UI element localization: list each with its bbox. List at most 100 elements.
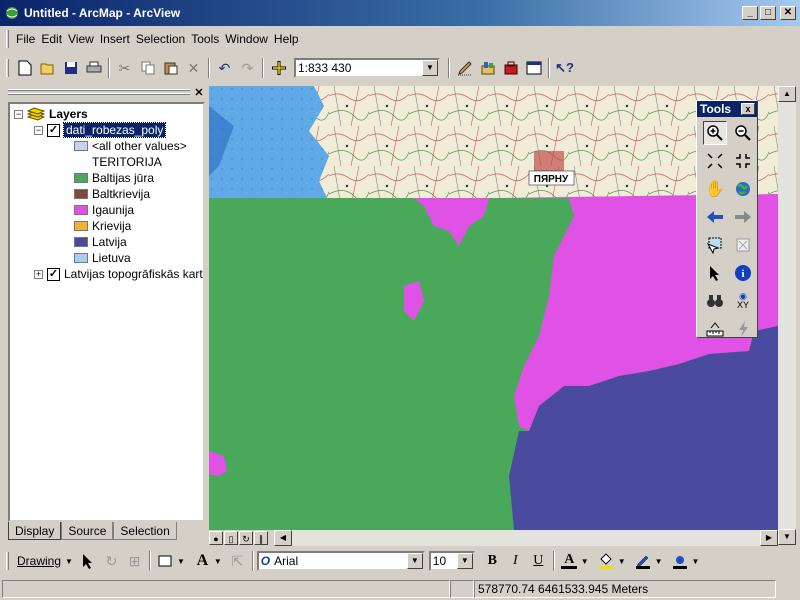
chevron-down-icon[interactable]: ▼ [618, 557, 626, 566]
font-size-combo[interactable]: 10 ▼ [428, 551, 475, 571]
command-line-icon[interactable] [522, 57, 545, 79]
add-data-icon[interactable] [267, 57, 290, 79]
layout-view-icon[interactable]: ▯ [224, 531, 238, 545]
toc-layer-item[interactable]: + ✓ Latvijas topogrāfiskās kart [34, 266, 203, 282]
fixed-zoom-out-icon[interactable] [731, 149, 755, 173]
drawing-menu[interactable]: Drawing ▼ [13, 554, 77, 568]
horizontal-scrollbar[interactable]: ◀ ▶ [274, 530, 778, 546]
refresh-icon[interactable]: ↻ [239, 531, 253, 545]
chevron-down-icon[interactable]: ▼ [692, 557, 700, 566]
delete-icon[interactable]: ✕ [182, 57, 205, 79]
scroll-down-icon[interactable]: ▼ [778, 529, 796, 545]
edit-vertices-icon[interactable]: ⇱ [226, 550, 249, 572]
minimize-button[interactable]: _ [742, 6, 758, 20]
arctoolbox-icon[interactable] [499, 57, 522, 79]
toc-header[interactable]: ✕ [4, 86, 207, 100]
toc-grip[interactable] [8, 89, 190, 91]
menu-help[interactable]: Help [271, 30, 302, 48]
layer-visibility-checkbox[interactable]: ✓ [47, 123, 60, 137]
tab-display[interactable]: Display [8, 522, 62, 540]
forward-arrow-icon[interactable] [731, 205, 755, 229]
open-folder-icon[interactable] [36, 57, 59, 79]
map-display[interactable]: ПЯРНУ [209, 86, 778, 530]
cut-icon[interactable]: ✂ [113, 57, 136, 79]
collapse-icon[interactable]: − [14, 109, 23, 119]
back-arrow-icon[interactable] [703, 205, 727, 229]
expand-icon[interactable]: + [34, 269, 43, 279]
identify-info-icon[interactable]: i [731, 261, 755, 285]
layer-visibility-checkbox[interactable]: ✓ [47, 267, 60, 281]
data-view-icon[interactable]: ● [209, 531, 223, 545]
clear-selection-icon[interactable] [731, 233, 755, 257]
zoom-out-icon[interactable] [731, 121, 755, 145]
menu-grip[interactable] [6, 30, 9, 48]
menu-tools[interactable]: Tools [188, 30, 222, 48]
new-document-icon[interactable] [13, 57, 36, 79]
tab-source[interactable]: Source [61, 522, 114, 540]
close-button[interactable]: ✕ [780, 6, 796, 20]
menu-window[interactable]: Window [222, 30, 271, 48]
toolbar-grip[interactable] [6, 59, 9, 77]
whats-this-help-icon[interactable]: ↖? [553, 57, 576, 79]
drawing-toolbar-grip[interactable] [6, 552, 9, 570]
tab-selection[interactable]: Selection [113, 522, 177, 540]
scroll-up-icon[interactable]: ▲ [778, 86, 796, 102]
save-icon[interactable] [59, 57, 82, 79]
print-icon[interactable] [82, 57, 105, 79]
rotate-icon[interactable]: ↻ [100, 550, 123, 572]
zoom-to-selected-elements-icon[interactable]: ⊞ [123, 550, 146, 572]
select-elements-pointer-icon[interactable] [703, 261, 727, 285]
pause-drawing-icon[interactable]: ∥ [254, 531, 268, 545]
scroll-left-icon[interactable]: ◀ [274, 530, 292, 546]
collapse-icon[interactable]: − [34, 125, 43, 135]
toc-layer-label[interactable]: Latvijas topogrāfiskās kart [64, 267, 203, 281]
tools-close-icon[interactable]: x [741, 103, 755, 115]
rectangle-tool-icon[interactable] [154, 550, 177, 572]
chevron-down-icon[interactable]: ▼ [177, 557, 185, 566]
menu-edit[interactable]: Edit [38, 30, 65, 48]
maximize-button[interactable]: □ [760, 6, 776, 20]
toc-grip[interactable] [8, 93, 190, 95]
measure-icon[interactable] [703, 317, 727, 341]
chevron-down-icon[interactable]: ▼ [406, 553, 423, 569]
zoom-in-icon[interactable] [703, 121, 727, 145]
go-to-xy-icon[interactable]: ◉ XY [731, 289, 755, 313]
font-name-combo[interactable]: O Arial ▼ [256, 551, 425, 571]
full-extent-globe-icon[interactable] [731, 177, 755, 201]
scroll-right-icon[interactable]: ▶ [760, 530, 778, 546]
toc-root[interactable]: − Layers [14, 106, 88, 122]
chevron-down-icon[interactable]: ▼ [214, 557, 222, 566]
bold-button[interactable]: B [481, 550, 504, 572]
marker-color-icon[interactable] [669, 550, 692, 572]
toc-layer-item[interactable]: − ✓ dati_robezas_poly [34, 122, 167, 138]
menu-file[interactable]: File [13, 30, 38, 48]
select-features-icon[interactable] [703, 233, 727, 257]
undo-icon[interactable]: ↶ [213, 57, 236, 79]
chevron-down-icon[interactable]: ▼ [456, 553, 473, 569]
toc-layer-label[interactable]: dati_robezas_poly [62, 122, 167, 138]
italic-button[interactable]: I [504, 550, 527, 572]
fill-color-bucket-icon[interactable] [595, 550, 618, 572]
menu-insert[interactable]: Insert [97, 30, 133, 48]
copy-icon[interactable] [136, 57, 159, 79]
arccatalog-icon[interactable] [476, 57, 499, 79]
map-scale-combo[interactable]: 1:833 430 ▼ [294, 58, 440, 78]
line-color-pen-icon[interactable] [632, 550, 655, 572]
fixed-zoom-in-icon[interactable] [703, 149, 727, 173]
menu-selection[interactable]: Selection [133, 30, 188, 48]
menu-view[interactable]: View [65, 30, 97, 48]
vertical-scrollbar[interactable]: ▲ ▼ [778, 86, 796, 545]
redo-icon[interactable]: ↷ [236, 57, 259, 79]
find-binoculars-icon[interactable] [703, 289, 727, 313]
chevron-down-icon[interactable]: ▼ [422, 60, 438, 76]
chevron-down-icon[interactable]: ▼ [581, 557, 589, 566]
select-pointer-icon[interactable] [77, 550, 100, 572]
hyperlink-lightning-icon[interactable] [731, 317, 755, 341]
font-color-icon[interactable]: A [558, 550, 581, 572]
chevron-down-icon[interactable]: ▼ [655, 557, 663, 566]
new-text-icon[interactable]: A [191, 550, 214, 572]
paste-icon[interactable] [159, 57, 182, 79]
toc-close-icon[interactable]: ✕ [193, 86, 205, 99]
editor-toolbar-icon[interactable] [453, 57, 476, 79]
underline-button[interactable]: U [527, 550, 550, 572]
